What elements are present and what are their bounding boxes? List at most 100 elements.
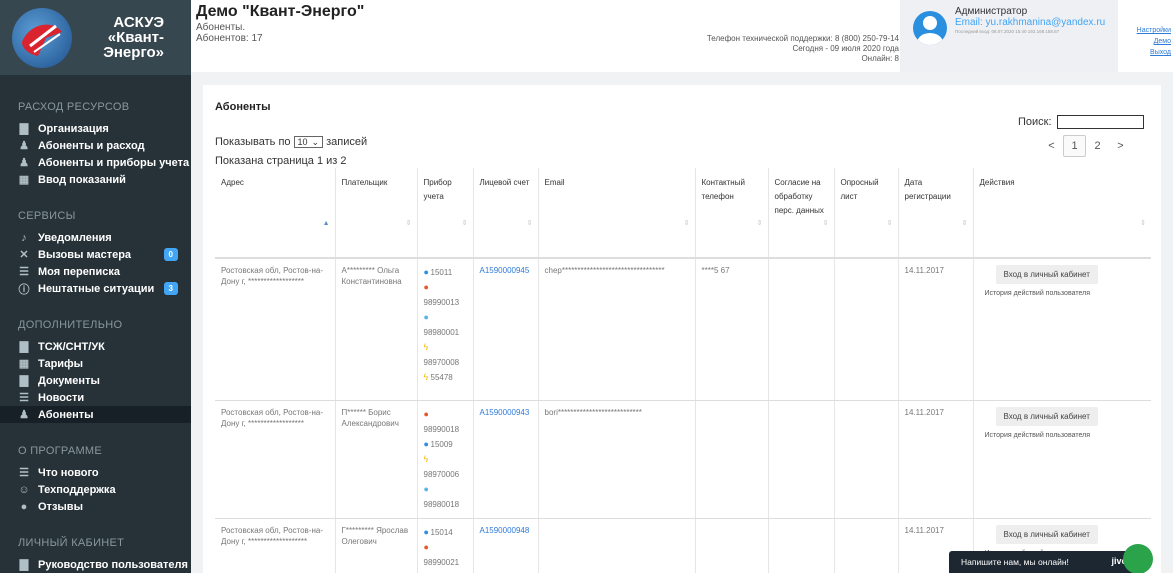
login-cabinet-button[interactable]: Вход в личный кабинет <box>995 265 1098 284</box>
next-page-button[interactable]: > <box>1109 135 1132 157</box>
column-header[interactable]: Прибор учета ⇕ <box>417 168 474 259</box>
page-size-suffix: записей <box>326 136 368 148</box>
chat-widget[interactable]: Напишите нам, мы онлайн! jivo <box>949 551 1139 573</box>
sidebar-item[interactable]: ▇ Документы <box>0 372 191 389</box>
address-cell: Ростовская обл, Ростов-на-Дону г, ******… <box>215 400 336 519</box>
demo-link[interactable]: Демо <box>1137 36 1171 47</box>
count-badge: 0 <box>163 248 178 261</box>
search-label: Поиск: <box>1018 116 1052 128</box>
column-header[interactable]: Лицевой счет ⇕ <box>473 168 539 259</box>
sidebar-item[interactable]: ♪ Уведомления <box>0 229 191 246</box>
sidebar-item[interactable]: ▦ Тарифы <box>0 355 191 372</box>
meters-cell: ●15014●98990021● <box>417 518 474 573</box>
meter-entry[interactable]: ● <box>424 280 467 295</box>
sidebar-item[interactable]: ☰ Моя переписка <box>0 263 191 280</box>
login-cabinet-button[interactable]: Вход в личный кабинет <box>995 406 1098 426</box>
sidebar-item[interactable]: ☺ Техподдержка <box>0 481 191 498</box>
avatar-icon[interactable] <box>913 11 947 45</box>
column-header[interactable]: Email ⇕ <box>538 168 696 259</box>
meter-entry[interactable]: 98980001 <box>424 325 467 340</box>
sidebar-item[interactable]: ☰ Что нового <box>0 464 191 481</box>
logout-link[interactable]: Выход <box>1137 47 1171 58</box>
prev-page-button[interactable]: < <box>1040 135 1063 157</box>
meter-entry[interactable]: ϟ <box>424 452 467 467</box>
meter-entry[interactable]: ● <box>424 407 467 422</box>
subtitle-section: Абоненты. <box>196 22 246 33</box>
account-cell[interactable]: А1590000943 <box>473 400 539 519</box>
sidebar-item[interactable]: ▦ Ввод показаний <box>0 171 191 188</box>
sidebar-item[interactable]: ✕ Вызовы мастера 0 <box>0 246 191 263</box>
sidebar-item-label: Документы <box>38 374 100 387</box>
meter-entry[interactable]: 98990021 <box>424 555 467 570</box>
meter-entry[interactable]: ● 15011 <box>424 265 467 280</box>
user-name: Администратор <box>955 6 1028 17</box>
questionnaire-cell <box>834 258 899 401</box>
meter-entry[interactable]: ϟ <box>424 340 467 355</box>
column-header[interactable]: Дата регистрации ⇕ <box>898 168 974 259</box>
consent-cell <box>768 400 835 519</box>
meter-entry[interactable]: ● <box>424 540 467 555</box>
sidebar-item[interactable]: ● Отзывы <box>0 498 191 515</box>
account-cell-text[interactable]: А1590000948 <box>480 526 530 535</box>
meter-entry[interactable]: 98970006 <box>424 467 467 482</box>
sidebar-item[interactable]: ▇ ТСЖ/СНТ/УК <box>0 338 191 355</box>
water-icon: ● <box>423 526 429 537</box>
chat-status-icon[interactable] <box>1123 544 1153 573</box>
sort-icon: ⇕ <box>822 220 829 227</box>
page-2-button[interactable]: 2 <box>1086 135 1109 157</box>
bell-icon: ♪ <box>21 231 27 244</box>
meter-entry[interactable]: 98990018 <box>424 422 467 437</box>
meter-entry[interactable]: ● 15014 <box>424 525 467 540</box>
sidebar-nav: РАСХОД РЕСУРСОВ ▇ Организация ♟ Абоненты и р… <box>0 101 191 573</box>
pagination: < 1 2 > <box>1040 135 1132 157</box>
meter-entry[interactable]: 98970008 <box>424 355 467 370</box>
settings-link[interactable]: Настройки <box>1137 25 1171 36</box>
column-header[interactable]: Опросный лист ⇕ <box>834 168 899 259</box>
column-header[interactable]: Адрес ▲ <box>215 168 336 259</box>
column-header[interactable]: Действия ⇕ <box>973 168 1151 259</box>
electricity-icon: ϟ <box>423 453 429 464</box>
column-header[interactable]: Плательщик ⇕ <box>335 168 418 259</box>
column-header[interactable]: Согласие на обработку перс. данных ⇕ <box>768 168 835 259</box>
sidebar-item[interactable]: ♟ Абоненты и приборы учета <box>0 154 191 171</box>
meter-number: 98990021 <box>423 557 460 567</box>
login-cabinet-button[interactable]: Вход в личный кабинет <box>995 524 1098 544</box>
panel-title: Абоненты <box>215 101 271 113</box>
sidebar-item[interactable]: ♟ Абоненты и расход <box>0 137 191 154</box>
sidebar-item[interactable]: ⓘ Нештатные ситуации 3 <box>0 280 191 297</box>
email-cell-text: chep********************************* <box>544 266 665 275</box>
sidebar-item-label: Моя переписка <box>38 265 120 278</box>
column-header[interactable]: Контактный телефон ⇕ <box>695 168 769 259</box>
history-link[interactable]: История действий пользователя <box>980 430 1146 441</box>
sort-icon: ⇕ <box>961 220 968 227</box>
account-cell[interactable]: А1590000948 <box>473 518 539 573</box>
page-size-select[interactable]: 10 ⌄ <box>293 136 324 148</box>
meter-number: 98980018 <box>423 499 460 509</box>
page-1-button[interactable]: 1 <box>1063 135 1086 157</box>
meter-entry[interactable]: ϟ 55478 <box>424 370 467 385</box>
sidebar-item[interactable]: ☰ Новости <box>0 389 191 406</box>
search-input[interactable] <box>1057 115 1144 129</box>
online-count: Онлайн: 8 <box>861 54 899 63</box>
meter-entry[interactable]: 98980018 <box>424 497 467 512</box>
account-cell-text[interactable]: А1590000943 <box>480 408 530 417</box>
logo-area[interactable]: АСКУЭ «Квант- Энерго» <box>0 0 191 75</box>
sidebar-item[interactable]: ▇ Руководство пользователя <box>0 556 191 573</box>
history-link[interactable]: История действий пользователя <box>980 288 1146 299</box>
payer-cell: П****** Борис Александрович <box>335 400 418 519</box>
sidebar-item-label: Новости <box>38 391 85 404</box>
meter-entry[interactable]: ● <box>424 310 467 325</box>
column-header-label: Прибор учета <box>423 178 452 201</box>
sidebar-item[interactable]: ♟ Абоненты <box>0 406 191 423</box>
last-login: Последний вход: 08.07.2020 15:40 192.168… <box>955 29 1060 34</box>
meter-entry[interactable]: ● <box>424 570 467 573</box>
sidebar-item-label: Вызовы мастера <box>38 248 132 261</box>
payer-cell-text: А********* Ольга Константиновна <box>341 266 402 286</box>
account-cell-text[interactable]: А1590000945 <box>480 266 530 275</box>
meter-entry[interactable]: ● 15009 <box>424 437 467 452</box>
meter-entry[interactable]: 98990013 <box>424 295 467 310</box>
meter-entry[interactable]: ● <box>424 482 467 497</box>
account-cell[interactable]: А1590000945 <box>473 258 539 401</box>
sidebar-item[interactable]: ▇ Организация <box>0 120 191 137</box>
page-subtitle: Абоненты. Абонентов: 17 <box>196 22 263 44</box>
